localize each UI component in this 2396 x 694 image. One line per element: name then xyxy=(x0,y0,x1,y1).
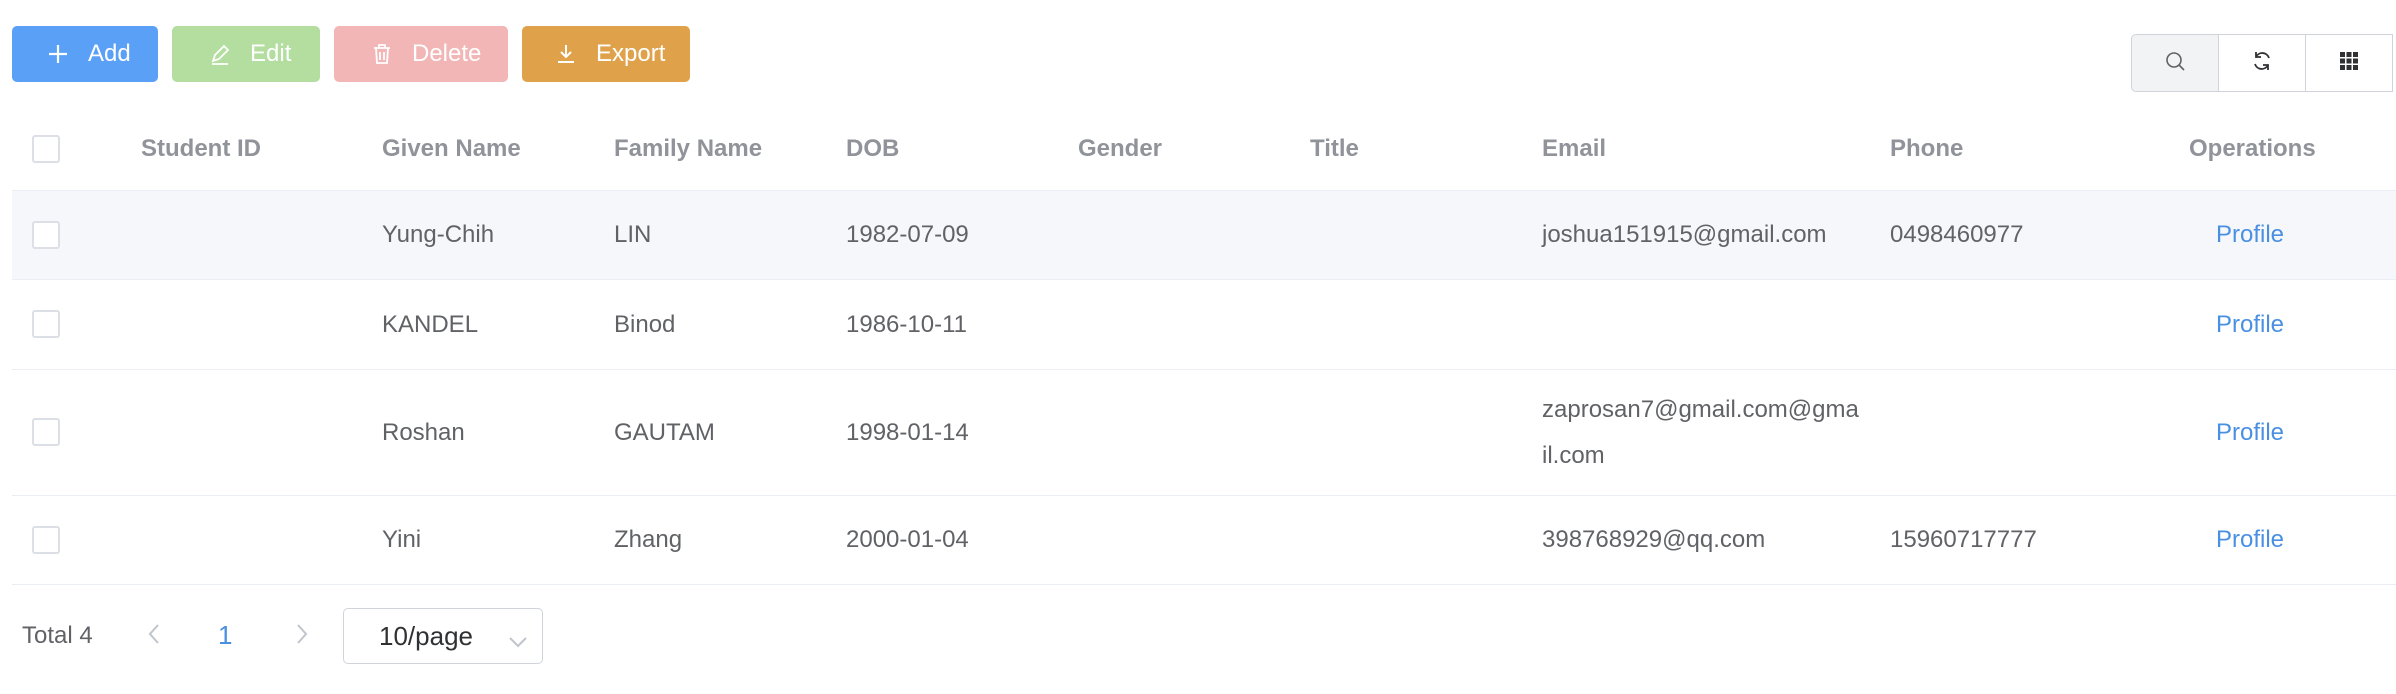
cell-phone: 15960717777 xyxy=(1890,526,2037,553)
cell-given-name: Yung-Chih xyxy=(382,221,495,248)
profile-link[interactable]: Profile xyxy=(2216,280,2284,369)
col-dob[interactable]: DOB xyxy=(846,107,899,191)
profile-link[interactable]: Profile xyxy=(2216,370,2284,495)
export-button-label: Export xyxy=(596,40,666,67)
edit-icon xyxy=(208,42,232,66)
table-row[interactable]: Yung-Chih LIN 1982-07-09 joshua151915@gm… xyxy=(12,191,2396,280)
refresh-icon xyxy=(2251,50,2273,77)
delete-button[interactable]: Delete xyxy=(334,26,508,82)
profile-link[interactable]: Profile xyxy=(2216,191,2284,279)
cell-dob: 2000-01-04 xyxy=(846,526,969,553)
search-icon xyxy=(2163,49,2187,78)
row-checkbox[interactable] xyxy=(32,221,60,249)
delete-button-label: Delete xyxy=(412,40,482,67)
col-student-id[interactable]: Student ID xyxy=(141,107,261,191)
export-button[interactable]: Export xyxy=(522,26,690,82)
table-row[interactable]: KANDEL Binod 1986-10-11 Profile xyxy=(12,280,2396,370)
cell-family-name: Binod xyxy=(614,310,676,338)
profile-link[interactable]: Profile xyxy=(2216,496,2284,584)
col-gender[interactable]: Gender xyxy=(1078,107,1162,191)
page-size-value: 10/page xyxy=(379,620,473,651)
select-all-checkbox[interactable] xyxy=(32,135,60,163)
cell-phone: 0498460977 xyxy=(1890,221,2024,248)
chevron-right-icon xyxy=(295,623,309,650)
row-checkbox[interactable] xyxy=(32,418,60,446)
student-table-page: Add Edit Delete Export Student ID Given … xyxy=(0,0,2396,694)
cell-email-text: zaprosan7@gmail.com@gmail.com xyxy=(1542,395,1859,469)
pagination: Total 4 1 10/page xyxy=(22,608,543,664)
pagination-total: Total 4 xyxy=(22,622,93,649)
row-checkbox[interactable] xyxy=(32,310,60,338)
edit-button[interactable]: Edit xyxy=(172,26,320,82)
col-phone[interactable]: Phone xyxy=(1890,107,1963,191)
columns-button[interactable] xyxy=(2305,34,2393,92)
prev-page-button[interactable] xyxy=(140,622,168,650)
chevron-down-icon xyxy=(508,625,528,656)
page-number-active[interactable]: 1 xyxy=(218,620,232,651)
cell-dob: 1986-10-11 xyxy=(846,310,967,338)
page-size-select[interactable]: 10/page xyxy=(343,608,543,664)
download-icon xyxy=(554,42,578,66)
add-button[interactable]: Add xyxy=(12,26,158,82)
students-table: Student ID Given Name Family Name DOB Ge… xyxy=(12,107,2396,585)
col-family-name[interactable]: Family Name xyxy=(614,107,762,191)
search-toggle-button[interactable] xyxy=(2131,34,2219,92)
cell-given-name: Yini xyxy=(382,526,422,553)
cell-dob: 1998-01-14 xyxy=(846,418,969,446)
grid-icon xyxy=(2339,51,2359,76)
trash-icon xyxy=(370,42,394,66)
row-checkbox[interactable] xyxy=(32,526,60,554)
cell-dob: 1982-07-09 xyxy=(846,221,969,248)
chevron-left-icon xyxy=(147,623,161,650)
table-tools xyxy=(2131,34,2396,92)
add-button-label: Add xyxy=(88,40,131,67)
col-given-name[interactable]: Given Name xyxy=(382,107,521,191)
table-row[interactable]: Roshan GAUTAM 1998-01-14 zaprosan7@gmail… xyxy=(12,370,2396,496)
col-email[interactable]: Email xyxy=(1542,107,1606,191)
col-operations: Operations xyxy=(2189,135,2316,162)
edit-button-label: Edit xyxy=(250,40,292,67)
cell-family-name: LIN xyxy=(614,221,652,248)
refresh-button[interactable] xyxy=(2218,34,2306,92)
cell-email: zaprosan7@gmail.com@gmail.com xyxy=(1542,370,1862,495)
cell-email: 398768929@qq.com xyxy=(1542,526,1766,553)
col-title[interactable]: Title xyxy=(1310,107,1359,191)
cell-given-name: KANDEL xyxy=(382,310,479,338)
plus-icon xyxy=(46,42,70,66)
cell-family-name: Zhang xyxy=(614,526,683,553)
cell-family-name: GAUTAM xyxy=(614,418,715,446)
table-row[interactable]: Yini Zhang 2000-01-04 398768929@qq.com 1… xyxy=(12,496,2396,585)
table-header: Student ID Given Name Family Name DOB Ge… xyxy=(12,107,2396,191)
next-page-button[interactable] xyxy=(288,622,316,650)
cell-email: joshua151915@gmail.com xyxy=(1542,221,1827,248)
cell-given-name: Roshan xyxy=(382,418,465,446)
